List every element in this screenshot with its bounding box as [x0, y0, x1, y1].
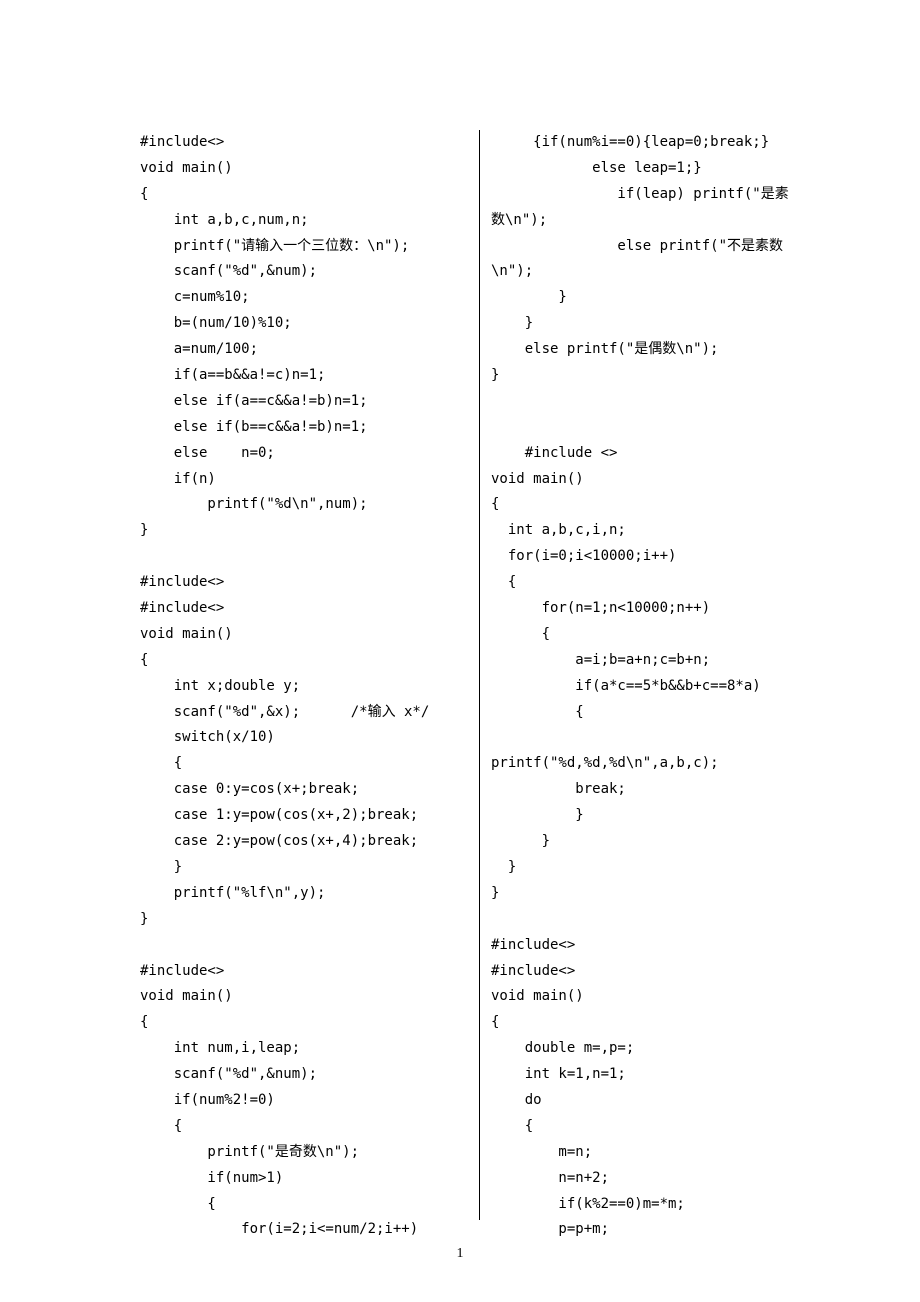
- code-block-left: #include<> void main() { int a,b,c,num,n…: [140, 130, 469, 1243]
- page-number: 1: [0, 1246, 920, 1262]
- document-page: #include<> void main() { int a,b,c,num,n…: [0, 0, 920, 1302]
- left-column: #include<> void main() { int a,b,c,num,n…: [0, 130, 479, 1220]
- code-block-right: {if(num%i==0){leap=0;break;} else leap=1…: [491, 130, 820, 1243]
- two-column-layout: #include<> void main() { int a,b,c,num,n…: [0, 130, 920, 1220]
- right-column: {if(num%i==0){leap=0;break;} else leap=1…: [481, 130, 920, 1220]
